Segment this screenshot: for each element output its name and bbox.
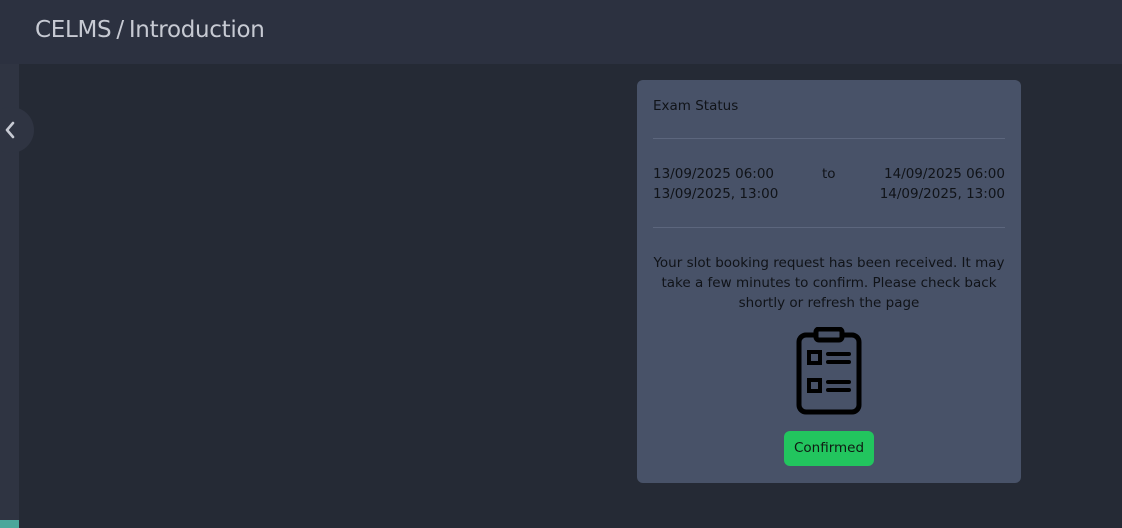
end-datetime-local: 14/09/2025, 13:00 [879, 186, 1005, 202]
chevron-left-icon [5, 121, 15, 139]
breadcrumb-separator: / [116, 17, 124, 43]
range-separator: to [822, 166, 836, 182]
start-datetime-local: 13/09/2025, 13:00 [653, 186, 779, 202]
top-header: CELMS / Introduction [0, 0, 1122, 64]
breadcrumb-current: Introduction [128, 17, 265, 43]
breadcrumb-root[interactable]: CELMS [35, 17, 112, 43]
card-title: Exam Status [653, 98, 739, 114]
divider [653, 138, 1005, 139]
start-datetime: 13/09/2025 06:00 [653, 166, 775, 182]
divider [653, 227, 1005, 228]
clipboard-checklist-icon [796, 327, 862, 415]
end-datetime: 14/09/2025 06:00 [883, 166, 1005, 182]
booking-message: Your slot booking request has been recei… [653, 255, 1005, 311]
breadcrumb: CELMS / Introduction [35, 17, 265, 43]
exam-status-card: Exam Status 13/09/2025 06:00 13/09/2025,… [637, 80, 1021, 483]
sidebar-accent [0, 520, 19, 528]
status-badge: Confirmed [784, 431, 874, 466]
